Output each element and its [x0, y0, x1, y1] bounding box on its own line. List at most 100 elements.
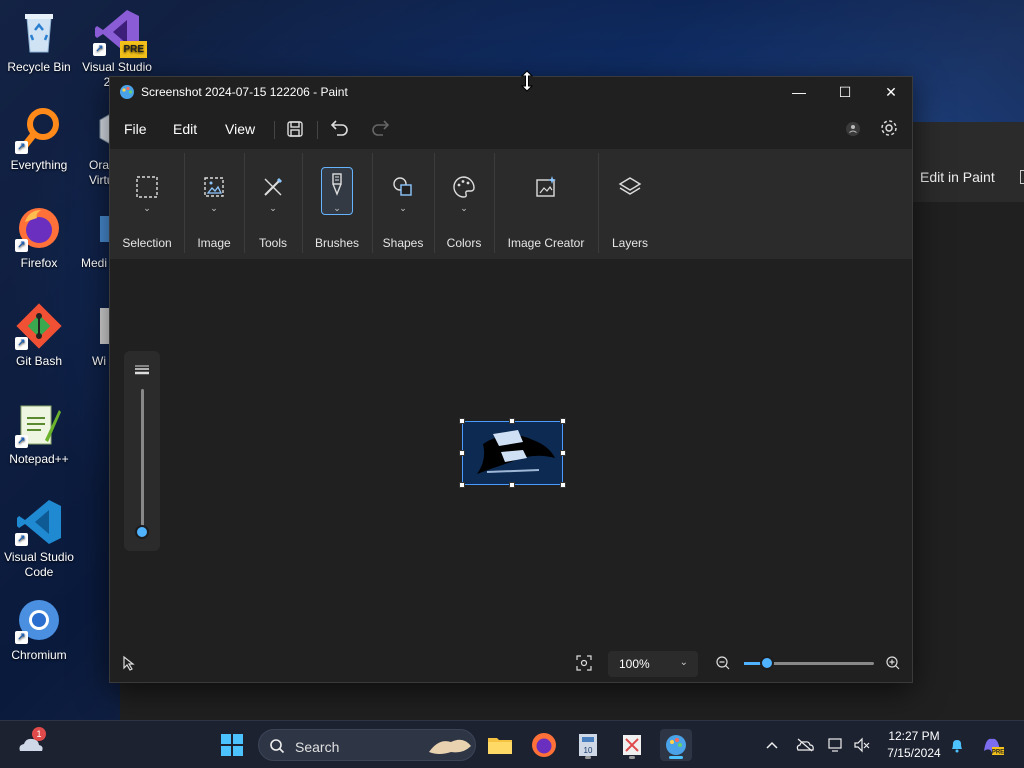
ribbon-label: Selection [122, 236, 172, 250]
ribbon-selection[interactable]: ⌄ Selection [114, 149, 180, 259]
fit-to-window-icon[interactable] [576, 655, 592, 671]
onedrive-cloud-icon[interactable] [795, 737, 815, 753]
calculator-icon[interactable]: 10 [572, 729, 604, 761]
ribbon-tools[interactable]: ⌄ Tools [244, 149, 302, 259]
desktop-icon-firefox[interactable]: ↗ Firefox [0, 204, 78, 271]
resize-handle[interactable] [509, 482, 515, 488]
desktop-icon-everything[interactable]: ↗ Everything [0, 106, 78, 173]
zoom-level-dropdown[interactable]: 100% ⌄ [608, 651, 698, 677]
resize-handle[interactable] [459, 450, 465, 456]
zoom-out-icon[interactable] [715, 655, 731, 671]
palette-icon [451, 174, 477, 200]
chromium-icon: ↗ [15, 596, 63, 644]
weather-widget-icon[interactable]: 1 [14, 727, 46, 761]
chevron-down-icon: ⌄ [679, 657, 688, 668]
ribbon-brushes[interactable]: ⌄ Brushes [302, 149, 372, 259]
undo-icon[interactable] [328, 116, 352, 140]
menu-file[interactable]: File [124, 121, 147, 137]
shapes-icon [390, 174, 416, 200]
svg-text:10: 10 [584, 746, 593, 755]
shortcut-arrow-icon: ↗ [93, 43, 106, 56]
copy-icon[interactable] [1020, 170, 1024, 184]
resize-handle[interactable] [560, 450, 566, 456]
zoom-in-icon[interactable] [885, 655, 901, 671]
canvas-image[interactable] [462, 421, 563, 485]
ribbon-image-creator[interactable]: Image Creator [494, 149, 598, 259]
ribbon-label: Brushes [314, 236, 360, 250]
settings-gear-icon[interactable] [877, 116, 901, 140]
paint-app-icon [119, 84, 135, 100]
image-icon [201, 174, 227, 200]
file-explorer-icon[interactable] [484, 729, 516, 761]
zoom-slider-thumb[interactable] [760, 656, 774, 670]
volume-muted-icon[interactable] [853, 736, 871, 754]
close-button[interactable]: ✕ [868, 77, 914, 107]
recycle-bin-icon [15, 8, 63, 56]
resize-handle[interactable] [560, 482, 566, 488]
desktop-icon-label: Chromium [11, 648, 67, 662]
edit-in-paint-button[interactable]: Edit in Paint [920, 169, 995, 185]
ribbon-shapes[interactable]: ⌄ Shapes [372, 149, 434, 259]
resize-handle[interactable] [459, 418, 465, 424]
chevron-down-icon: ⌄ [210, 203, 218, 213]
paint-taskbar-icon[interactable] [660, 729, 692, 761]
desktop-icon-git-bash[interactable]: ↗ Git Bash [0, 302, 78, 369]
desktop-icon-label: Recycle Bin [7, 60, 71, 74]
clock-time[interactable]: 12:27 PM [878, 729, 950, 743]
notification-badge: 1 [32, 727, 46, 741]
brush-size-thumb[interactable] [135, 525, 149, 539]
title-bar[interactable]: Screenshot 2024-07-15 122206 - Paint — ☐… [110, 77, 912, 107]
shortcut-arrow-icon: ↗ [15, 533, 28, 546]
tools-icon [260, 174, 286, 200]
menu-divider [317, 121, 318, 139]
image-creator-icon [533, 174, 559, 200]
taskbar-search-box[interactable]: Search [258, 729, 476, 761]
ribbon-toolbar: ⌄ Selection ⌄ Image ⌄ Tools ⌄ Brushes ⌄ … [110, 149, 912, 259]
desktop-icon-vscode[interactable]: ↗ Visual Studio Code [0, 498, 78, 580]
notifications-bell-icon[interactable] [948, 736, 966, 754]
save-icon[interactable] [283, 117, 307, 141]
desktop-icon-chromium[interactable]: ↗ Chromium [0, 596, 78, 663]
running-indicator [585, 756, 591, 759]
ribbon-label: Image [197, 236, 231, 250]
shortcut-arrow-icon: ↗ [15, 631, 28, 644]
shortcut-arrow-icon: ↗ [15, 337, 28, 350]
desktop-icon-label: Git Bash [15, 354, 63, 368]
start-button-windows-icon[interactable] [216, 729, 248, 761]
snipping-tool-icon[interactable] [616, 729, 648, 761]
copilot-icon[interactable]: PRE [980, 733, 1004, 757]
vertical-resize-cursor-icon [520, 70, 534, 92]
resize-handle[interactable] [509, 418, 515, 424]
minimize-button[interactable]: — [776, 77, 822, 107]
clock-date[interactable]: 7/15/2024 [878, 746, 950, 760]
search-highlight-image-icon [425, 732, 475, 758]
notepad-plus-plus-icon: ↗ [15, 400, 63, 448]
show-hidden-icons-chevron-up-icon[interactable] [764, 738, 780, 752]
maximize-button[interactable]: ☐ [822, 77, 868, 107]
active-indicator [669, 756, 683, 759]
menu-view[interactable]: View [225, 121, 255, 137]
ribbon-image[interactable]: ⌄ Image [184, 149, 244, 259]
ribbon-layers[interactable]: Layers [598, 149, 662, 259]
running-indicator [629, 756, 635, 759]
taskbar: 1 Search 10 12:27 PM 7/15/2024 PRE [0, 720, 1024, 768]
layers-icon [617, 174, 643, 200]
pre-badge: PRE [120, 41, 147, 58]
desktop-icon-recycle-bin[interactable]: Recycle Bin [0, 8, 78, 75]
resize-handle[interactable] [459, 482, 465, 488]
everything-search-icon: ↗ [15, 106, 63, 154]
account-icon[interactable] [843, 119, 863, 139]
svg-text:PRE: PRE [992, 750, 1004, 756]
menu-bar: File Edit View [110, 107, 912, 149]
ribbon-colors[interactable]: ⌄ Colors [434, 149, 494, 259]
visual-studio-icon: PRE ↗ [93, 8, 147, 58]
firefox-icon: ↗ [15, 204, 63, 252]
brush-size-track[interactable] [141, 389, 144, 534]
firefox-taskbar-icon[interactable] [528, 729, 560, 761]
resize-handle[interactable] [560, 418, 566, 424]
menu-edit[interactable]: Edit [173, 121, 197, 137]
redo-icon[interactable] [368, 116, 392, 140]
display-icon[interactable] [827, 736, 845, 754]
desktop-icon-notepad-plus-plus[interactable]: ↗ Notepad++ [0, 400, 78, 467]
pointer-icon [122, 655, 136, 671]
